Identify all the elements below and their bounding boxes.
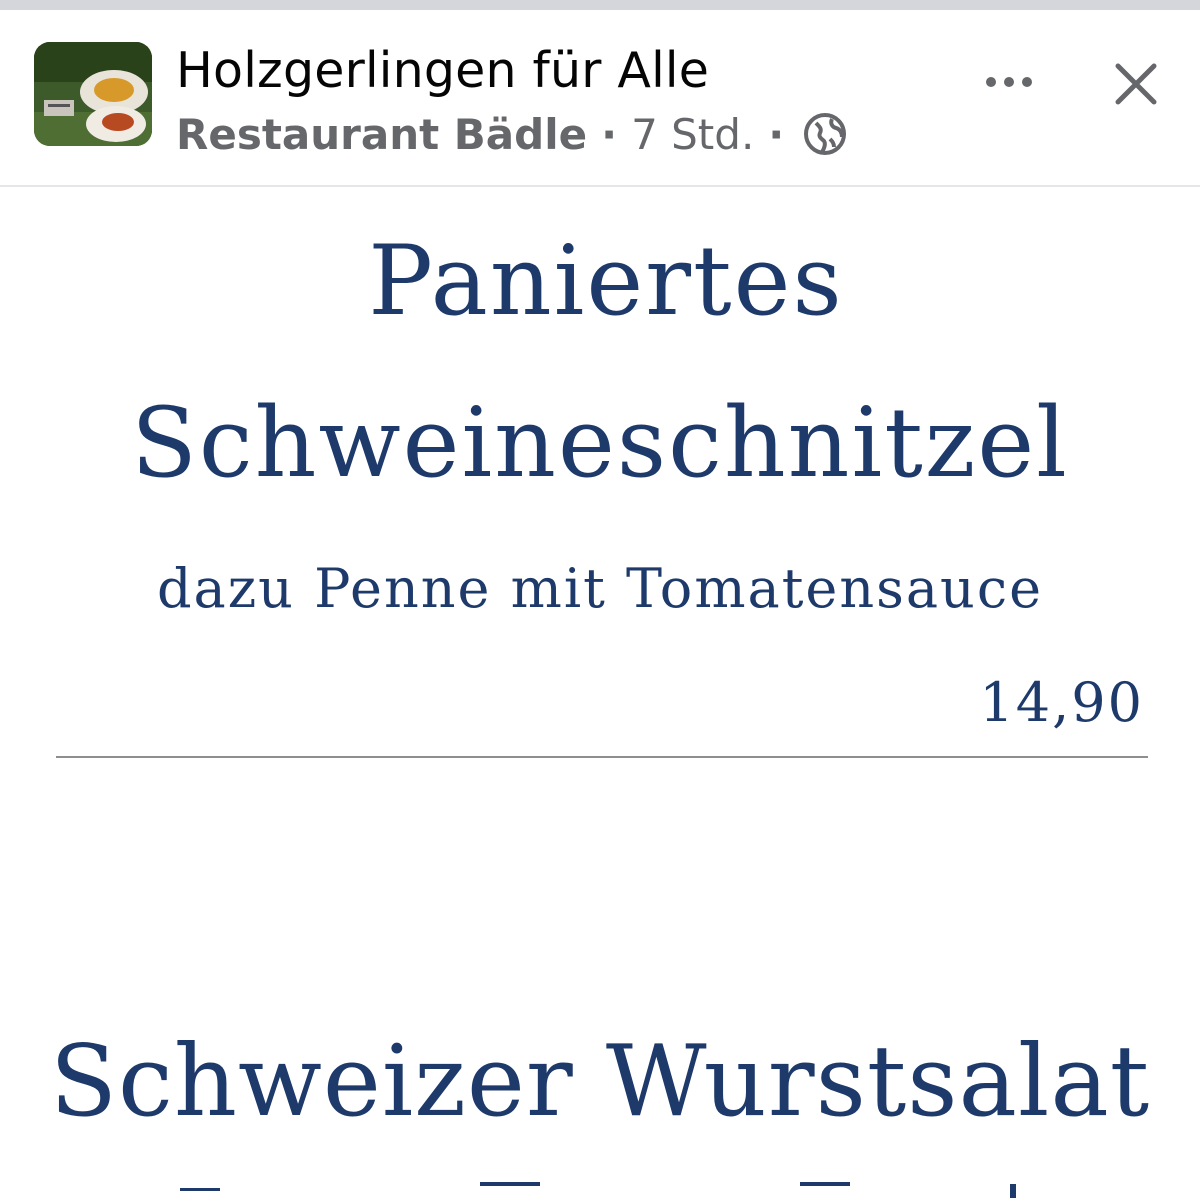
close-button[interactable] (1104, 52, 1168, 116)
meta-separator: · (601, 109, 618, 159)
post-image-menu[interactable]: Paniertes Schweineschnitzel dazu Penne m… (0, 187, 1200, 1200)
avatar-food-image-icon (34, 42, 152, 146)
close-icon (1115, 63, 1157, 105)
group-title[interactable]: Holzgerlingen für Alle (176, 42, 709, 99)
dish2-title: Schweizer Wurstsalat (49, 1025, 1151, 1139)
dish-title-line2: Schweineschnitzel (131, 387, 1069, 499)
author-name[interactable]: Restaurant Bädle (176, 110, 587, 159)
post-header: Holzgerlingen für Alle Restaurant Bädle … (0, 10, 1200, 187)
globe-icon (802, 111, 848, 157)
cut-off-text (150, 1180, 1050, 1200)
dish-price: 14,90 (979, 671, 1144, 734)
dish-description: dazu Penne mit Tomatensauce (156, 557, 1044, 620)
more-horizontal-icon (986, 77, 1032, 87)
group-avatar[interactable] (34, 42, 152, 146)
top-strip (0, 0, 1200, 10)
post-time[interactable]: 7 Std. (631, 110, 754, 159)
menu-divider (56, 756, 1148, 758)
post-meta: Restaurant Bädle · 7 Std. · (176, 108, 848, 160)
meta-separator: · (768, 109, 785, 159)
dish-title-line1: Paniertes (368, 225, 844, 337)
more-options-button[interactable] (972, 58, 1046, 106)
